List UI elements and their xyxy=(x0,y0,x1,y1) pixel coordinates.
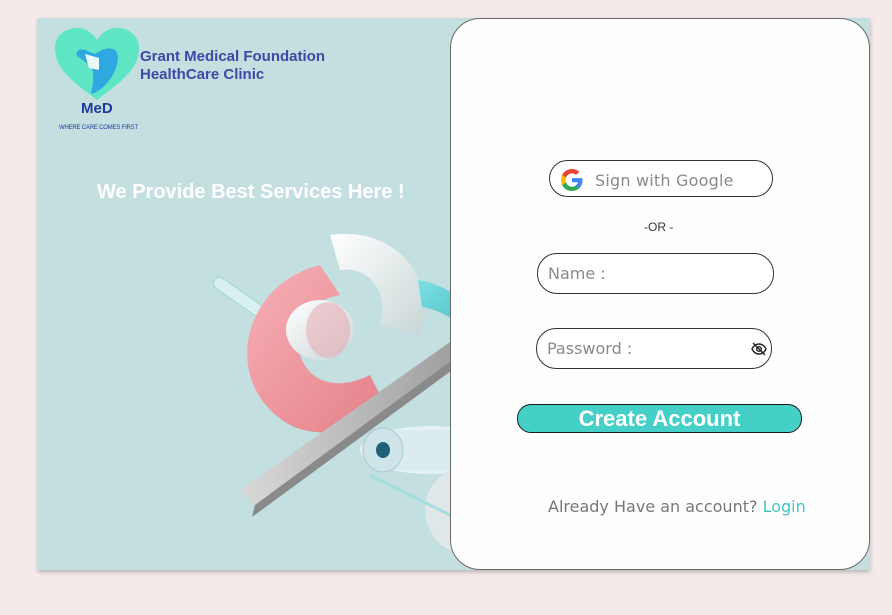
logo: MeD WHERE CARE COMES FIRST xyxy=(55,28,139,136)
heart-logo-icon xyxy=(55,28,139,100)
login-prompt: Already Have an account? Login xyxy=(548,497,806,516)
google-icon xyxy=(561,169,583,191)
name-input[interactable] xyxy=(537,253,774,294)
brand-name: Grant Medical Foundation HealthCare Clin… xyxy=(140,48,325,84)
signup-panel xyxy=(450,18,870,570)
signup-ghost-text: Signup xyxy=(548,304,603,321)
login-link[interactable]: Login xyxy=(763,497,806,516)
hero-tagline: We Provide Best Services Here ! xyxy=(97,181,405,203)
brand-line-1: Grant Medical Foundation xyxy=(140,48,326,65)
logo-med-text: MeD xyxy=(81,100,113,117)
brand-line-2: HealthCare Clinic xyxy=(140,66,265,83)
password-input[interactable] xyxy=(536,328,772,369)
login-prompt-text: Already Have an account? xyxy=(548,497,758,516)
create-account-button[interactable]: Create Account xyxy=(517,404,802,433)
google-signin-button[interactable]: Sign with Google xyxy=(549,160,773,197)
eye-slash-icon[interactable] xyxy=(751,342,767,356)
or-separator: -OR - xyxy=(644,220,674,234)
google-signin-label: Sign with Google xyxy=(595,171,734,190)
logo-tagline: WHERE CARE COMES FIRST xyxy=(59,125,138,131)
